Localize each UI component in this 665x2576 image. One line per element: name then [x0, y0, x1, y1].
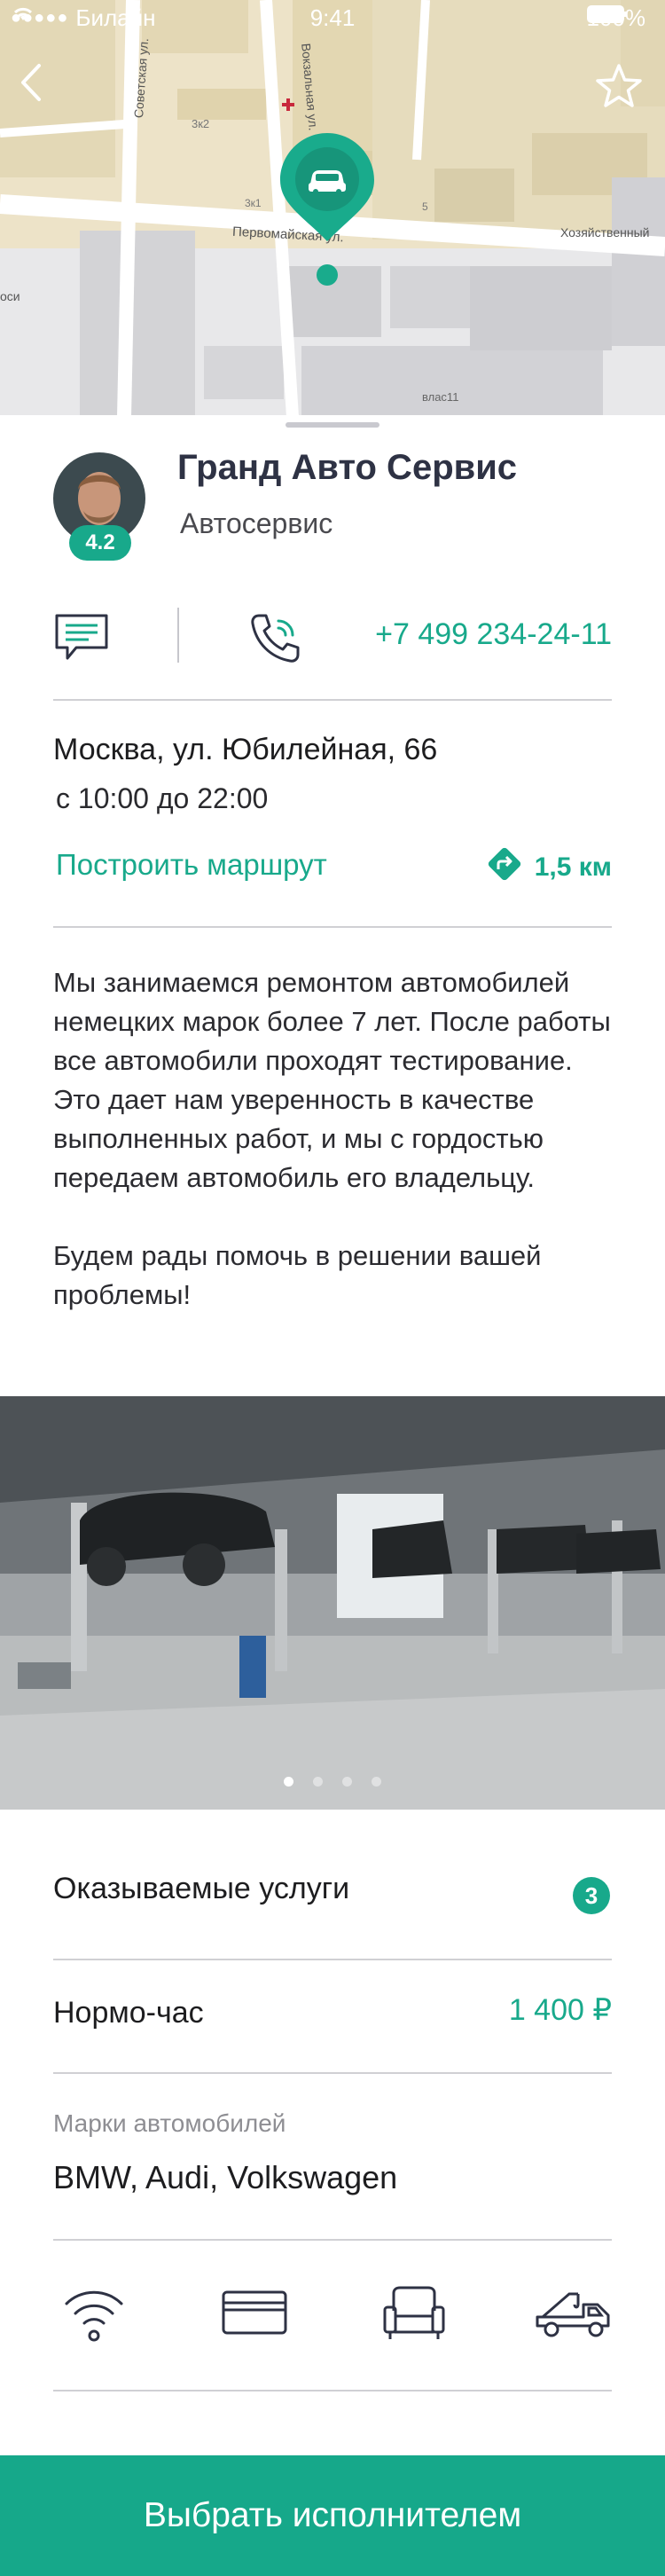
status-time: 9:41: [309, 4, 356, 31]
photo-gallery[interactable]: [0, 1396, 665, 1810]
amenities-row: [53, 2278, 615, 2349]
credit-card-icon: [214, 2278, 295, 2349]
brands-label: Марки автомобилей: [53, 2109, 286, 2137]
map-pin-icon[interactable]: [277, 130, 378, 289]
map-view[interactable]: Первомайская ул. Советская ул. Вокзальна…: [0, 0, 665, 415]
map-label-vlas: влас11: [422, 390, 459, 404]
map-label-khozyaystvenny: Хозяйственный: [560, 225, 650, 240]
map-label-5: 5: [422, 200, 428, 213]
pager-dot[interactable]: [313, 1777, 323, 1787]
divider: [53, 2390, 612, 2391]
services-count-badge: 3: [573, 1877, 610, 1914]
working-hours: с 10:00 до 22:00: [56, 782, 269, 814]
gallery-pager[interactable]: [0, 1777, 665, 1787]
norm-hour-price: 1 400 ₽: [508, 1993, 612, 2027]
brands-value: BMW, Audi, Volkswagen: [53, 2159, 398, 2195]
description: Мы занимаемся ремонтом автомобилей немец…: [53, 963, 621, 1354]
divider: [53, 2072, 612, 2074]
divider: [53, 699, 612, 701]
wifi-icon: [53, 2278, 135, 2349]
description-paragraph: Мы занимаемся ремонтом автомобилей немец…: [53, 967, 611, 1193]
phone-icon[interactable]: [246, 610, 303, 667]
pager-dot[interactable]: [284, 1777, 293, 1787]
armchair-icon: [373, 2278, 455, 2349]
distance-indicator: 1,5 км: [485, 844, 612, 891]
sheet-handle[interactable]: [286, 422, 379, 428]
build-route-link[interactable]: Построить маршрут: [56, 848, 327, 882]
rating-badge: 4.2: [69, 525, 131, 561]
status-bar: ●●●●● Билайн 9:41 100%: [0, 0, 665, 35]
service-photo: [0, 1396, 665, 1810]
company-category: Автосервис: [180, 507, 333, 539]
star-icon[interactable]: [594, 62, 647, 115]
route-arrow-icon: [485, 844, 524, 891]
description-paragraph: Будем рады помочь в решении вашей пробле…: [53, 1240, 542, 1310]
chat-icon[interactable]: [53, 612, 110, 665]
map-label-3k2: 3к2: [192, 117, 210, 130]
divider: [53, 926, 612, 928]
company-name: Гранд Авто Сервис: [177, 448, 518, 487]
pager-dot[interactable]: [372, 1777, 381, 1787]
actions-divider: [177, 608, 179, 663]
services-row-label[interactable]: Оказываемые услуги: [53, 1872, 349, 1906]
select-performer-button[interactable]: Выбрать исполнителем: [0, 2455, 665, 2576]
divider: [53, 2239, 612, 2241]
distance-label: 1,5 км: [534, 852, 612, 882]
divider: [53, 1959, 612, 1960]
map-label-3k1: 3к1: [245, 197, 262, 209]
tow-truck-icon: [534, 2278, 615, 2349]
map-label-si: оси: [0, 289, 20, 303]
norm-hour-label: Нормо-час: [53, 1996, 204, 2030]
phone-number-link[interactable]: +7 499 234-24-11: [375, 617, 612, 652]
contact-actions: +7 499 234-24-11: [53, 603, 612, 674]
back-arrow-icon[interactable]: [18, 62, 71, 115]
address-text: Москва, ул. Юбилейная, 66: [53, 733, 438, 766]
pager-dot[interactable]: [342, 1777, 352, 1787]
